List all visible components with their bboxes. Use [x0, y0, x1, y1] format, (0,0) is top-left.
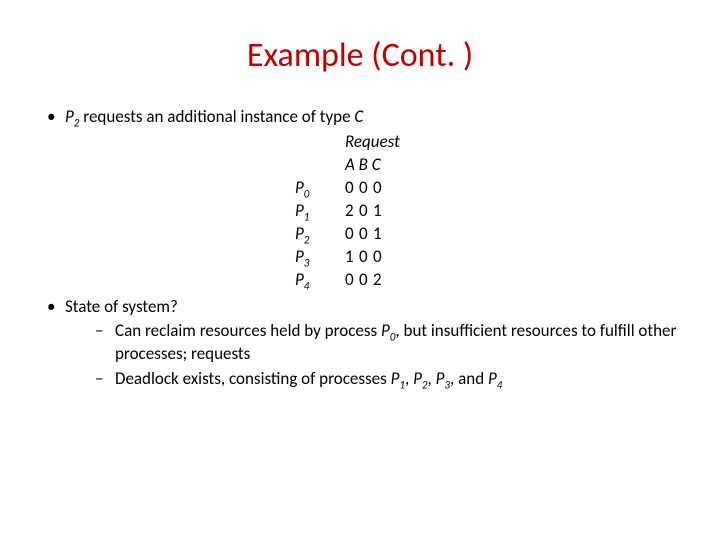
process-subscript: 4 — [497, 378, 503, 392]
bullet-request: P2 requests an additional instance of ty… — [43, 106, 685, 292]
sub-text: Deadlock exists, consisting of processes — [115, 368, 391, 389]
table-col-header: A B C — [295, 154, 400, 177]
sub-bullet-reclaim: Can reclaim resources held by process P0… — [95, 320, 685, 366]
sep: , and — [450, 368, 488, 389]
row-values: 201 — [345, 200, 387, 223]
row-label: P — [295, 223, 304, 244]
process-label: P — [381, 320, 390, 341]
sep: , — [428, 368, 436, 389]
row-label: P — [295, 269, 304, 290]
row-values: 000 — [345, 177, 387, 200]
row-label: P — [295, 200, 304, 221]
row-sub: 1 — [304, 209, 310, 223]
slide-body: P2 requests an additional instance of ty… — [35, 106, 685, 391]
row-sub: 0 — [304, 186, 310, 200]
row-sub: 2 — [304, 232, 310, 246]
request-table: Request A B C P0 000 P1 201 P2 001 — [65, 131, 685, 292]
process-label: P — [413, 368, 422, 389]
table-header: Request — [295, 131, 400, 154]
slide: Example (Cont. ) P2 requests an addition… — [0, 0, 720, 540]
row-sub: 3 — [304, 255, 310, 269]
sub-bullet-list: Can reclaim resources held by process P0… — [65, 320, 685, 391]
sep: , — [405, 368, 413, 389]
sub-bullet-deadlock: Deadlock exists, consisting of processes… — [95, 368, 685, 391]
table-row: P3 100 — [295, 246, 400, 269]
row-values: 001 — [345, 223, 387, 246]
row-sub: 4 — [304, 278, 310, 292]
table-row: P0 000 — [295, 177, 400, 200]
row-values: 100 — [345, 246, 387, 269]
table-row: P1 201 — [295, 200, 400, 223]
type-c: C — [354, 106, 363, 127]
table-row: P2 001 — [295, 223, 400, 246]
bullet-text: State of system? — [65, 296, 178, 317]
row-label: P — [295, 246, 304, 267]
bullet-state: State of system? Can reclaim resources h… — [43, 296, 685, 392]
row-values: 002 — [345, 269, 387, 292]
sub-text: Can reclaim resources held by process — [115, 320, 381, 341]
slide-title: Example (Cont. ) — [35, 35, 685, 76]
bullet-list: P2 requests an additional instance of ty… — [35, 106, 685, 391]
process-label: P — [488, 368, 497, 389]
row-label: P — [295, 177, 304, 198]
table-row: P4 002 — [295, 269, 400, 292]
bullet-text: requests an additional instance of type — [79, 106, 354, 127]
process-label: P — [65, 106, 74, 127]
